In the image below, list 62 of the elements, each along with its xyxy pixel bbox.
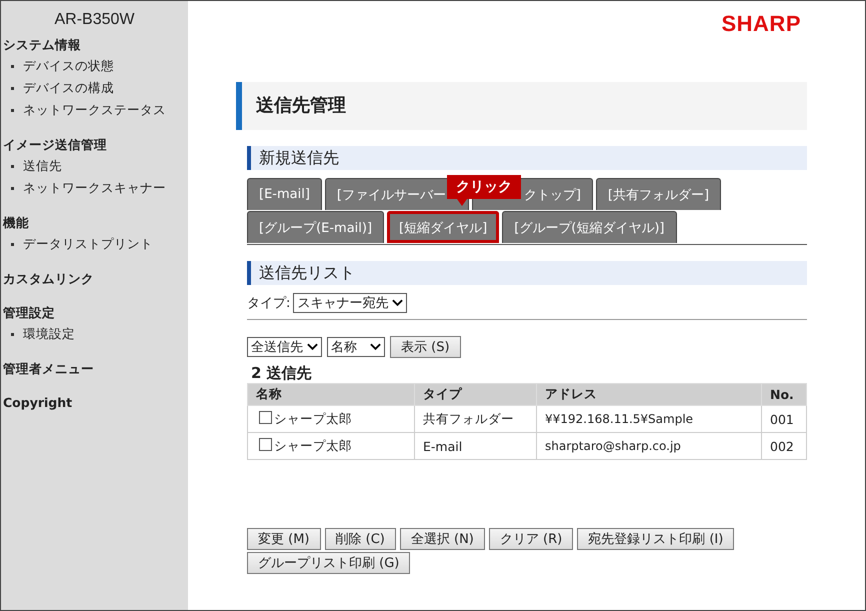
sort-dropdown[interactable]: 名称 (327, 337, 385, 357)
action-button[interactable]: グループリスト印刷 (G) (247, 552, 410, 574)
sidebar-link[interactable]: ネットワークスキャナー (23, 180, 166, 197)
bullet-icon (11, 165, 14, 168)
bullet-icon (11, 187, 14, 190)
action-button[interactable]: クリア (R) (488, 528, 574, 550)
type-dropdown[interactable]: スキャナー宛先 (293, 293, 408, 313)
section-heading: 送信先リスト (247, 261, 807, 285)
table-cell: sharptaro@sharp.co.jp (536, 432, 762, 460)
section-heading: 新規送信先 (247, 146, 807, 170)
action-button[interactable]: 全選択 (N) (400, 528, 485, 550)
sidebar-heading[interactable]: 管理設定 (1, 303, 188, 325)
checkbox[interactable] (259, 438, 272, 450)
column-header: アドレス (536, 384, 762, 406)
tab[interactable]: [グループ(短縮ダイヤル)] (502, 211, 676, 243)
sidebar-link[interactable]: データリストプリント (23, 236, 153, 253)
action-button[interactable]: 宛先登録リスト印刷 (I) (577, 528, 734, 550)
sidebar-heading[interactable]: システム情報 (1, 35, 188, 57)
chevron-down-icon (307, 343, 318, 351)
tab[interactable]: [短縮ダイヤル] (387, 211, 500, 243)
action-button[interactable]: 変更 (M) (247, 528, 320, 550)
sidebar-heading[interactable]: カスタムリンク (1, 269, 188, 291)
callout-tooltip: クリック (447, 175, 521, 199)
table-cell: 共有フォルダー (414, 406, 536, 432)
tab[interactable]: [共有フォルダー] (596, 178, 722, 210)
chevron-down-icon (370, 343, 381, 351)
page-title: 送信先管理 (236, 82, 807, 130)
table-cell: シャープ太郎 (248, 432, 414, 460)
table-cell: 001 (762, 406, 806, 432)
callout-pointer-icon (457, 199, 467, 206)
bullet-icon (11, 333, 14, 336)
column-header: No. (762, 384, 806, 406)
show-button[interactable]: 表示 (S) (390, 336, 461, 358)
tab[interactable]: [E-mail] (247, 178, 322, 210)
table-cell: E-mail (414, 432, 536, 460)
bullet-icon (11, 65, 14, 68)
sidebar-link[interactable]: ネットワークステータス (23, 102, 166, 119)
sidebar-link[interactable]: 環境設定 (23, 326, 75, 343)
sidebar-link[interactable]: デバイスの状態 (23, 58, 114, 75)
checkbox[interactable] (259, 410, 272, 424)
result-count: 2 送信先 (251, 364, 313, 383)
chevron-down-icon (392, 299, 404, 307)
tab[interactable]: [グループ(E-mail)] (247, 211, 384, 243)
sidebar-link[interactable]: 送信先 (23, 158, 62, 175)
action-button[interactable]: 削除 (C) (324, 528, 396, 550)
filter-dropdown[interactable]: 全送信先 (247, 337, 322, 357)
column-header: 名称 (248, 384, 414, 406)
table-cell: 002 (762, 432, 806, 460)
bullet-icon (11, 243, 14, 246)
brand-logo: SHARP (721, 11, 801, 37)
type-label: タイプ: (247, 295, 290, 312)
column-header: タイプ (414, 384, 536, 406)
sidebar-heading[interactable]: 機能 (1, 213, 188, 235)
sidebar-heading[interactable]: Copyright (1, 393, 188, 413)
bullet-icon (11, 109, 14, 112)
table-cell: ¥¥192.168.11.5¥Sample (536, 406, 762, 432)
sidebar-link[interactable]: デバイスの構成 (23, 80, 114, 97)
bullet-icon (11, 87, 14, 90)
table-cell: シャープ太郎 (248, 406, 414, 432)
sidebar-heading[interactable]: イメージ送信管理 (1, 135, 188, 157)
sidebar-heading[interactable]: 管理者メニュー (1, 359, 188, 381)
model-name: AR-B350W (53, 10, 136, 30)
